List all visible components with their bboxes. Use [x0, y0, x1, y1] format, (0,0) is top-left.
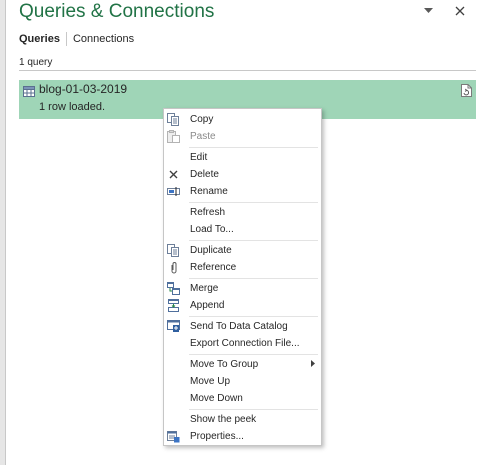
query-refresh-icon[interactable] — [461, 84, 472, 102]
menu-item-paste[interactable]: Paste — [164, 128, 321, 145]
close-pane-button[interactable] — [450, 2, 470, 20]
pane-options-button[interactable] — [418, 2, 438, 20]
menu-label: Copy — [190, 114, 214, 125]
menu-item-edit[interactable]: Edit — [164, 149, 321, 166]
delete-icon — [167, 168, 180, 181]
data-catalog-icon — [167, 320, 180, 333]
duplicate-icon — [167, 244, 180, 257]
menu-separator — [189, 409, 318, 410]
menu-item-move-down[interactable]: Move Down — [164, 390, 321, 407]
menu-label: Move To Group — [190, 359, 259, 370]
query-status: 1 row loaded. — [39, 101, 106, 113]
context-menu: Copy Paste Edit Delete Rename Refresh Lo… — [163, 108, 322, 446]
pane-title: Queries & Connections — [19, 1, 215, 22]
menu-label: Show the peek — [190, 414, 257, 425]
menu-label: Reference — [190, 262, 237, 273]
divider — [19, 70, 476, 71]
menu-label: Move Down — [190, 393, 243, 404]
menu-label: Append — [190, 300, 225, 311]
menu-label: Export Connection File... — [190, 338, 300, 349]
menu-separator — [189, 316, 318, 317]
menu-item-duplicate[interactable]: Duplicate — [164, 242, 321, 259]
menu-label: Merge — [190, 283, 219, 294]
menu-label: Send To Data Catalog — [190, 321, 288, 332]
menu-item-append[interactable]: Append — [164, 297, 321, 314]
menu-item-properties[interactable]: Properties... — [164, 428, 321, 445]
menu-separator — [189, 354, 318, 355]
properties-icon — [167, 430, 180, 443]
menu-item-delete[interactable]: Delete — [164, 166, 321, 183]
close-icon — [455, 6, 465, 16]
menu-separator — [189, 278, 318, 279]
menu-item-reference[interactable]: Reference — [164, 259, 321, 276]
menu-label: Move Up — [190, 376, 231, 387]
pane-tabs: Queries Connections — [19, 32, 134, 46]
reference-icon — [167, 261, 180, 274]
menu-item-copy[interactable]: Copy — [164, 111, 321, 128]
table-icon — [23, 84, 35, 102]
menu-label: Duplicate — [190, 245, 232, 256]
tab-divider — [65, 32, 67, 46]
menu-label: Rename — [190, 186, 228, 197]
menu-label: Refresh — [190, 207, 226, 218]
menu-label: Delete — [190, 169, 219, 180]
copy-icon — [167, 113, 180, 126]
menu-label: Properties... — [190, 431, 244, 442]
tab-connections[interactable]: Connections — [73, 32, 134, 46]
caret-down-icon — [423, 8, 433, 13]
rename-icon — [167, 185, 180, 198]
menu-label: Paste — [190, 131, 216, 142]
submenu-arrow-icon — [311, 359, 315, 370]
menu-item-merge[interactable]: Merge — [164, 280, 321, 297]
menu-item-export-connection-file[interactable]: Export Connection File... — [164, 335, 321, 352]
menu-item-load-to[interactable]: Load To... — [164, 221, 321, 238]
append-icon — [167, 299, 180, 312]
menu-separator — [189, 202, 318, 203]
menu-separator — [189, 147, 318, 148]
menu-item-rename[interactable]: Rename — [164, 183, 321, 200]
menu-label: Edit — [190, 152, 208, 163]
menu-item-show-the-peek[interactable]: Show the peek — [164, 411, 321, 428]
menu-label: Load To... — [190, 224, 234, 235]
menu-separator — [189, 240, 318, 241]
merge-icon — [167, 282, 180, 295]
menu-item-move-up[interactable]: Move Up — [164, 373, 321, 390]
query-count: 1 query — [19, 57, 53, 68]
paste-icon — [167, 130, 180, 143]
menu-item-send-to-data-catalog[interactable]: Send To Data Catalog — [164, 318, 321, 335]
menu-item-move-to-group[interactable]: Move To Group — [164, 356, 321, 373]
tab-queries[interactable]: Queries — [19, 32, 60, 46]
query-name: blog-01-03-2019 — [39, 82, 128, 96]
menu-item-refresh[interactable]: Refresh — [164, 204, 321, 221]
